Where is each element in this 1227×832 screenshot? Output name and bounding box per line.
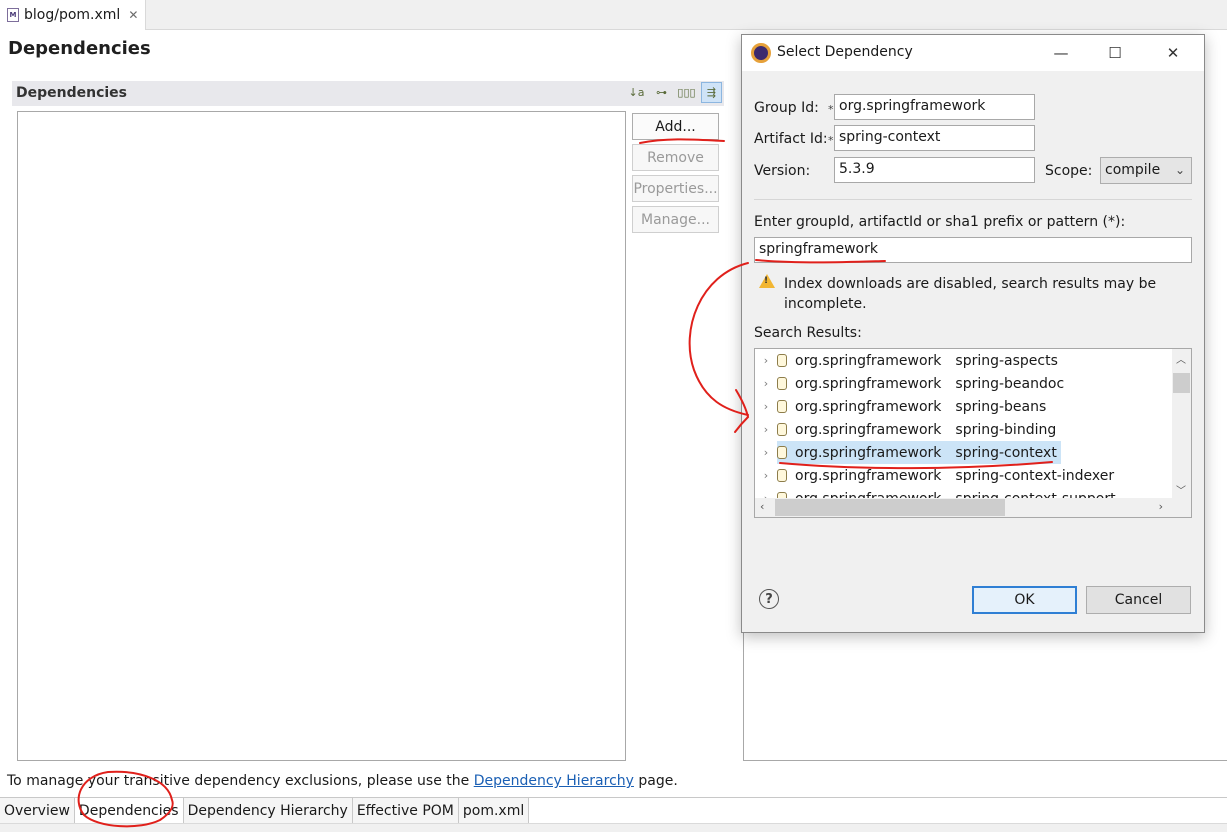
search-results-tree[interactable]: › org.springframework spring-aspects › or… — [754, 348, 1192, 518]
chevron-up-icon[interactable]: ︿ — [1176, 351, 1186, 366]
list-item[interactable]: › org.springframework spring-binding — [755, 418, 1171, 441]
help-icon[interactable]: ? — [759, 589, 779, 609]
index-warning: Index downloads are disabled, search res… — [784, 276, 1157, 312]
sort-az-icon[interactable]: ↓a — [626, 82, 647, 103]
dialog-title: Select Dependency — [777, 44, 913, 60]
artifact-id-label: Artifact Id: — [754, 131, 828, 147]
dependencies-section-header: Dependencies ↓a ⊶ ▯▯▯ ⇶ — [12, 81, 724, 106]
filter-toggle-icon[interactable]: ⇶ — [701, 82, 722, 103]
search-results-label: Search Results: — [754, 325, 862, 341]
arrow-annotation — [688, 262, 749, 416]
divider — [754, 199, 1192, 200]
maximize-icon[interactable]: ☐ — [1092, 35, 1138, 71]
eclipse-icon — [751, 43, 771, 63]
result-artifact-id: spring-beans — [955, 398, 1047, 415]
list-item[interactable]: › org.springframework spring-aspects — [755, 349, 1171, 372]
chevron-right-icon[interactable]: › — [755, 400, 777, 413]
result-group-id: org.springframework — [795, 467, 942, 484]
scrollbar-thumb[interactable] — [775, 499, 1005, 516]
footer-message: To manage your transitive dependency exc… — [7, 773, 678, 789]
page-title: Dependencies — [8, 38, 151, 59]
editor-tab-label: blog/pom.xml — [24, 7, 121, 23]
group-id-field[interactable]: org.springframework — [834, 94, 1035, 120]
list-item[interactable]: › org.springframework spring-context-inde… — [755, 464, 1171, 487]
dependencies-list[interactable] — [17, 111, 626, 761]
chevron-right-icon[interactable]: › — [755, 377, 777, 390]
version-field[interactable]: 5.3.9 — [834, 157, 1035, 183]
list-item[interactable]: › org.springframework spring-beans — [755, 395, 1171, 418]
editor-page-tabs: Overview Dependencies Dependency Hierarc… — [0, 797, 1227, 823]
jar-icon — [777, 469, 787, 482]
tab-dependencies[interactable]: Dependencies — [74, 798, 184, 823]
hierarchy-icon[interactable]: ⊶ — [651, 82, 672, 103]
result-group-id: org.springframework — [795, 398, 942, 415]
section-toolbar: ↓a ⊶ ▯▯▯ ⇶ — [626, 82, 722, 103]
result-artifact-id: spring-aspects — [955, 352, 1058, 369]
group-id-label: Group Id: — [754, 100, 819, 116]
status-bar — [0, 823, 1227, 832]
version-label: Version: — [754, 163, 811, 179]
tab-dependency-hierarchy[interactable]: Dependency Hierarchy — [183, 798, 353, 823]
pom-file-icon: M — [7, 8, 19, 22]
jar-icon — [777, 423, 787, 436]
chevron-right-icon[interactable]: › — [755, 469, 777, 482]
list-item-selected[interactable]: › org.springframework spring-context — [755, 441, 1171, 464]
ok-button[interactable]: OK — [972, 586, 1077, 614]
horizontal-scrollbar[interactable]: ‹ › — [755, 498, 1191, 517]
jar-icon — [777, 446, 787, 459]
result-group-id: org.springframework — [795, 352, 942, 369]
required-marker: * — [828, 134, 834, 147]
close-icon[interactable]: ✕ — [1150, 35, 1196, 71]
tab-pom-xml[interactable]: pom.xml — [458, 798, 530, 823]
section-title: Dependencies — [16, 85, 128, 101]
footer-prefix: To manage your transitive dependency exc… — [7, 773, 474, 789]
close-icon[interactable]: ✕ — [128, 8, 138, 22]
result-group-id: org.springframework — [795, 444, 942, 461]
jar-icon — [777, 377, 787, 390]
chevron-down-icon: ⌄ — [1174, 163, 1185, 177]
footer-suffix: page. — [633, 773, 678, 789]
vertical-scrollbar[interactable]: ︿ ﹀ — [1172, 349, 1191, 499]
chevron-left-icon[interactable]: ‹ — [760, 500, 764, 513]
manage-button[interactable]: Manage... — [632, 206, 719, 233]
properties-button[interactable]: Properties... — [632, 175, 719, 202]
search-label: Enter groupId, artifactId or sha1 prefix… — [754, 214, 1126, 230]
list-item[interactable]: › org.springframework spring-beandoc — [755, 372, 1171, 395]
editor-tab-strip: M blog/pom.xml ✕ — [0, 0, 1227, 30]
chevron-right-icon[interactable]: › — [755, 446, 777, 459]
columns-icon[interactable]: ▯▯▯ — [676, 82, 697, 103]
tab-effective-pom[interactable]: Effective POM — [352, 798, 459, 823]
result-group-id: org.springframework — [795, 375, 942, 392]
artifact-id-field[interactable]: spring-context — [834, 125, 1035, 151]
add-button[interactable]: Add... — [632, 113, 719, 140]
jar-icon — [777, 400, 787, 413]
cancel-button[interactable]: Cancel — [1086, 586, 1191, 614]
jar-icon — [777, 354, 787, 367]
dialog-titlebar: Select Dependency — ☐ ✕ — [742, 35, 1204, 71]
scope-label: Scope: — [1045, 163, 1093, 179]
remove-button[interactable]: Remove — [632, 144, 719, 171]
warning-mark: ! — [764, 276, 769, 286]
minimize-icon[interactable]: — — [1038, 35, 1084, 71]
required-marker: * — [828, 103, 834, 116]
scope-select[interactable]: compile ⌄ — [1100, 157, 1192, 184]
scrollbar-thumb[interactable] — [1173, 373, 1190, 393]
result-artifact-id: spring-context-indexer — [955, 467, 1115, 484]
result-artifact-id: spring-beandoc — [955, 375, 1065, 392]
select-dependency-dialog: Select Dependency — ☐ ✕ Group Id: * org.… — [741, 34, 1205, 633]
result-artifact-id: spring-binding — [955, 421, 1057, 438]
tab-overview[interactable]: Overview — [0, 798, 75, 823]
chevron-down-icon[interactable]: ﹀ — [1176, 482, 1186, 497]
chevron-right-icon[interactable]: › — [755, 423, 777, 436]
scope-value: compile — [1105, 162, 1161, 178]
dependency-hierarchy-link[interactable]: Dependency Hierarchy — [474, 773, 634, 789]
chevron-right-icon[interactable]: › — [755, 354, 777, 367]
result-group-id: org.springframework — [795, 421, 942, 438]
editor-tab-pom[interactable]: M blog/pom.xml ✕ — [0, 0, 146, 30]
search-input[interactable]: springframework — [754, 237, 1192, 263]
result-artifact-id: spring-context — [955, 444, 1057, 461]
chevron-right-icon[interactable]: › — [1159, 500, 1163, 513]
